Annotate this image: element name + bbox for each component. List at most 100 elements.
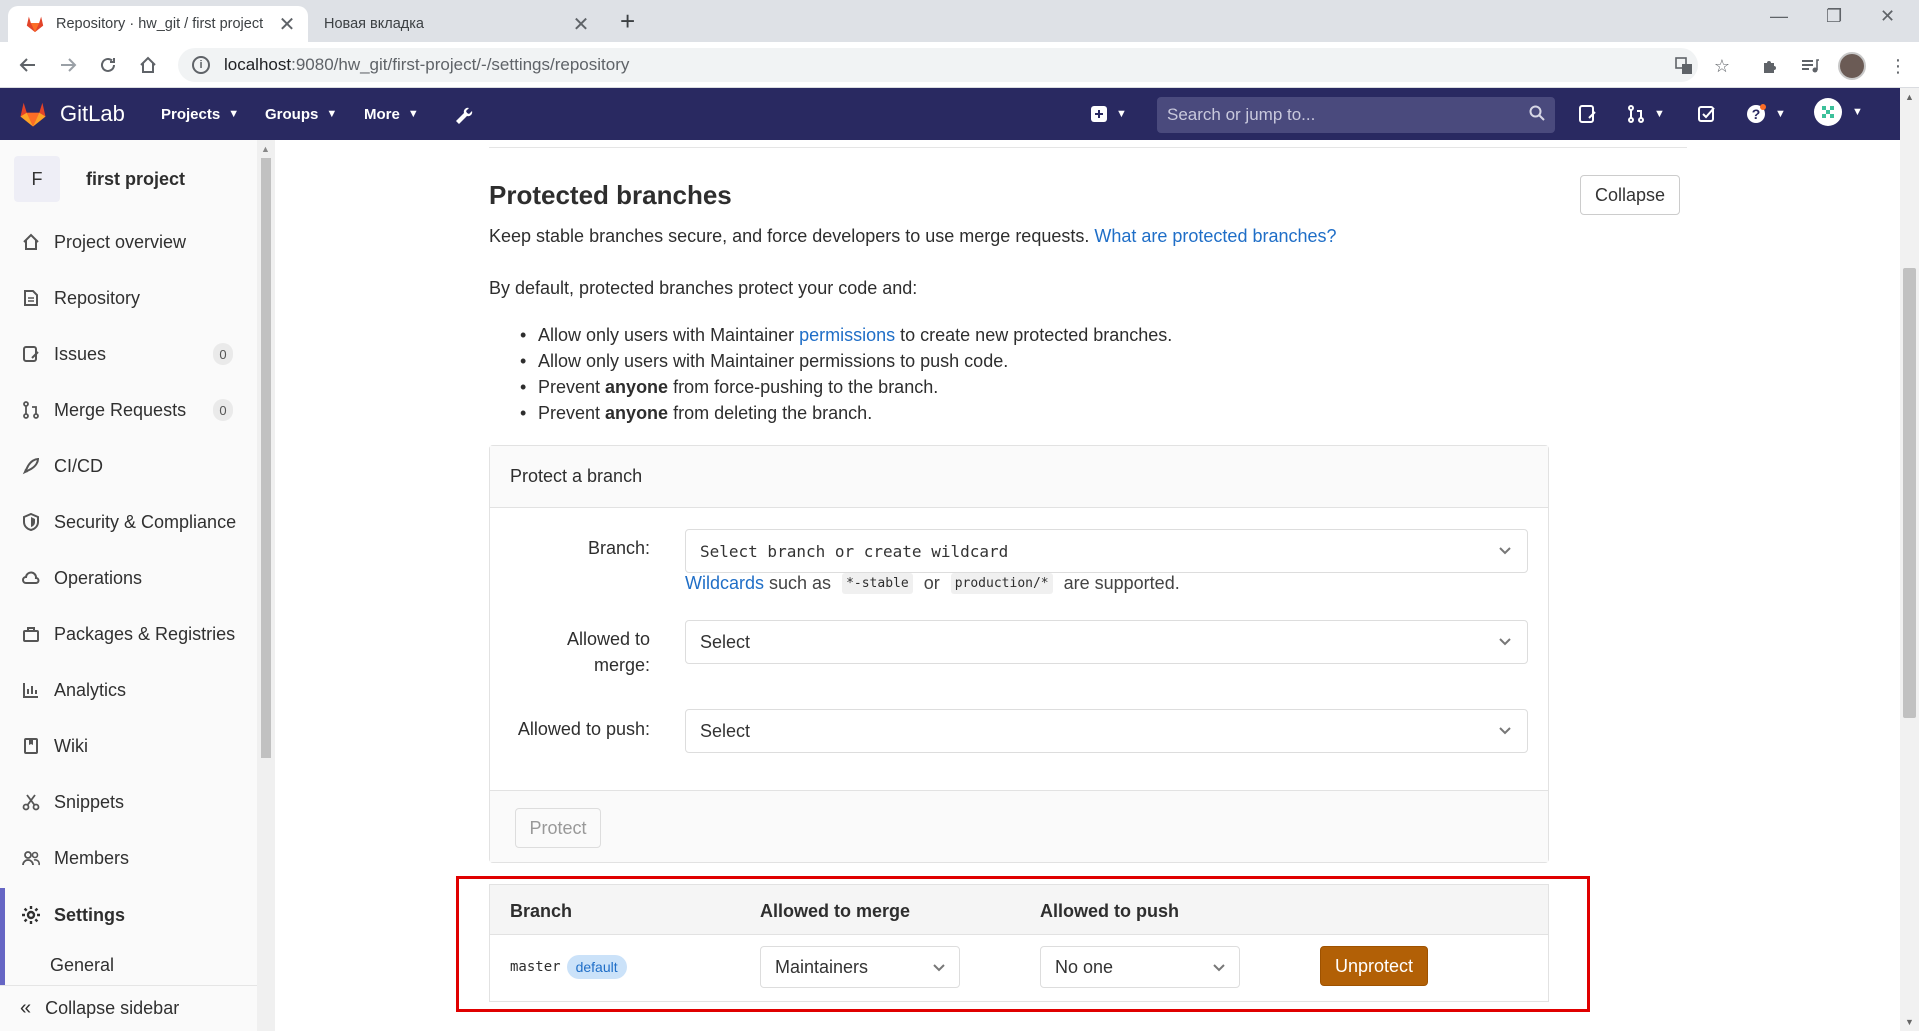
sidebar-item-label: Issues	[54, 343, 107, 364]
allowed-to-push-select[interactable]: Select	[685, 709, 1528, 753]
sidebar-project-header[interactable]: F first project	[14, 156, 185, 202]
collapse-sidebar-button[interactable]: « Collapse sidebar	[0, 985, 257, 1031]
sidebar-item-repository[interactable]: Repository	[0, 278, 255, 318]
list-item: Allow only users with Maintainer permiss…	[516, 348, 1172, 374]
panel-footer	[490, 790, 1548, 862]
branch-select[interactable]: Select branch or create wildcard	[685, 529, 1528, 573]
bookmark-star-icon[interactable]: ☆	[1710, 54, 1734, 78]
collapse-button[interactable]: Collapse	[1580, 175, 1680, 215]
page-scroll-thumb[interactable]	[1903, 268, 1916, 718]
gitlab-navbar: GitLab Projects ▼ Groups ▼ More ▼ ▼ Search …	[0, 88, 1900, 140]
profile-avatar[interactable]	[1838, 52, 1866, 80]
nav-label: Projects	[161, 105, 221, 123]
user-menu[interactable]: ▼	[1814, 98, 1863, 126]
nav-projects[interactable]: Projects ▼	[161, 88, 239, 140]
allowed-to-merge-select[interactable]: Select	[685, 620, 1528, 664]
browser-tab-active[interactable]: Repository · hw_git / first project ✕	[8, 6, 308, 42]
tab-title: Repository · hw_git / first project	[56, 16, 264, 32]
url-path: :9080/hw_git/first-project/-/settings/re…	[291, 55, 630, 74]
push-access-dropdown[interactable]: No one	[1040, 946, 1240, 988]
gitlab-tanuki-icon	[20, 102, 46, 127]
search-icon	[1529, 105, 1545, 126]
new-item-plus-icon[interactable]: ▼	[1090, 102, 1127, 126]
window-close-icon[interactable]: ✕	[1880, 6, 1895, 27]
issues-icon	[20, 343, 42, 365]
protect-button[interactable]: Protect	[515, 808, 601, 848]
sidebar-item-merge-requests[interactable]: Merge Requests 0	[0, 390, 255, 430]
reload-icon[interactable]	[94, 51, 122, 79]
nav-more[interactable]: More ▼	[364, 88, 419, 140]
scissors-icon	[20, 791, 42, 813]
home-icon[interactable]	[134, 51, 162, 79]
restore-icon[interactable]: ❐	[1826, 6, 1842, 27]
hint-text: are supported.	[1058, 573, 1180, 593]
scroll-up-arrow-icon[interactable]: ▲	[1905, 92, 1914, 102]
sidebar-item-label: Security & Compliance	[54, 511, 237, 532]
list-item: Prevent anyone from force-pushing to the…	[516, 374, 1172, 400]
nav-label: More	[364, 105, 400, 123]
gitlab-logo[interactable]: GitLab	[18, 100, 125, 128]
sidebar-item-ci-cd[interactable]: CI/CD	[0, 446, 255, 486]
nav-groups[interactable]: Groups ▼	[265, 88, 337, 140]
admin-wrench-icon[interactable]	[452, 102, 474, 126]
sidebar-item-settings[interactable]: Settings	[0, 895, 255, 935]
sidebar-scrollbar[interactable]: ▲	[257, 140, 275, 1031]
new-tab-plus-icon[interactable]: +	[620, 6, 635, 37]
browser-tab-new[interactable]: Новая вкладка ✕	[312, 6, 602, 42]
todo-checkbox-icon[interactable]	[1697, 102, 1717, 126]
minimize-icon[interactable]: —	[1770, 6, 1788, 27]
sidebar-item-label: Packages & Registries	[54, 623, 236, 644]
sidebar-item-wiki[interactable]: Wiki	[0, 726, 255, 766]
page-scrollbar[interactable]: ▲ ▼	[1900, 88, 1919, 1031]
merge-access-dropdown[interactable]: Maintainers	[760, 946, 960, 988]
rocket-icon	[20, 455, 42, 477]
sidebar-subitem-general[interactable]: General	[50, 955, 114, 976]
merge-request-icon[interactable]: ▼	[1626, 102, 1665, 126]
search-placeholder: Search or jump to...	[1167, 105, 1316, 124]
panel-title: Protect a branch	[490, 446, 1548, 508]
sidebar-item-label: Members	[54, 847, 130, 868]
extensions-puzzle-icon[interactable]	[1758, 54, 1782, 78]
shield-icon	[20, 511, 42, 533]
section-description: Keep stable branches secure, and force d…	[489, 226, 1337, 247]
back-arrow-icon[interactable]	[14, 51, 42, 79]
help-icon[interactable]: ? ▼	[1745, 102, 1786, 126]
sidebar-item-security-compliance[interactable]: Security & Compliance	[0, 502, 255, 542]
gitlab-favicon-icon	[26, 16, 44, 33]
sidebar-item-issues[interactable]: Issues 0	[0, 334, 255, 374]
sidebar-item-snippets[interactable]: Snippets	[0, 782, 255, 822]
wildcards-link[interactable]: Wildcards	[685, 573, 764, 594]
sidebar-item-project-overview[interactable]: Project overview	[0, 222, 255, 262]
browser-menu-icon[interactable]: ⋮	[1886, 54, 1910, 78]
column-header-branch: Branch	[510, 901, 573, 921]
unprotect-button[interactable]: Unprotect	[1320, 946, 1428, 986]
sidebar-item-label: Wiki	[54, 735, 88, 756]
users-icon	[20, 847, 42, 869]
sidebar-scroll-thumb[interactable]	[261, 158, 271, 758]
hint-text: such as	[764, 573, 837, 593]
permissions-link[interactable]: permissions	[799, 325, 895, 345]
site-info-icon[interactable]: i	[192, 56, 210, 74]
bullet-text: Allow only users with Maintainer	[538, 325, 800, 345]
address-bar[interactable]: i localhost:9080/hw_git/first-project/-/…	[178, 48, 1698, 82]
section-title: Protected branches	[489, 180, 732, 210]
scroll-down-arrow-icon[interactable]: ▼	[1905, 1017, 1914, 1027]
forward-arrow-icon[interactable]	[54, 51, 82, 79]
scroll-up-arrow-icon[interactable]: ▲	[261, 144, 270, 154]
tab-close-icon[interactable]: ✕	[276, 12, 298, 37]
translate-icon[interactable]	[1672, 54, 1696, 78]
sidebar-item-packages-registries[interactable]: Packages & Registries	[0, 614, 255, 654]
media-queue-icon[interactable]	[1798, 54, 1822, 78]
issues-icon[interactable]	[1578, 102, 1598, 126]
global-search-input[interactable]: Search or jump to...	[1157, 97, 1555, 133]
protected-branches-help-link[interactable]: What are protected branches?	[1094, 226, 1336, 246]
sidebar-item-members[interactable]: Members	[0, 838, 255, 878]
select-value: Select	[700, 720, 751, 741]
sidebar-item-label: Project overview	[54, 231, 187, 252]
doc-icon	[20, 287, 42, 309]
tab-close-icon[interactable]: ✕	[570, 12, 592, 37]
sidebar-item-label: Snippets	[54, 791, 125, 812]
sidebar-item-analytics[interactable]: Analytics	[0, 670, 255, 710]
sidebar-item-operations[interactable]: Operations	[0, 558, 255, 598]
chevron-down-icon: ▼	[1116, 108, 1127, 120]
